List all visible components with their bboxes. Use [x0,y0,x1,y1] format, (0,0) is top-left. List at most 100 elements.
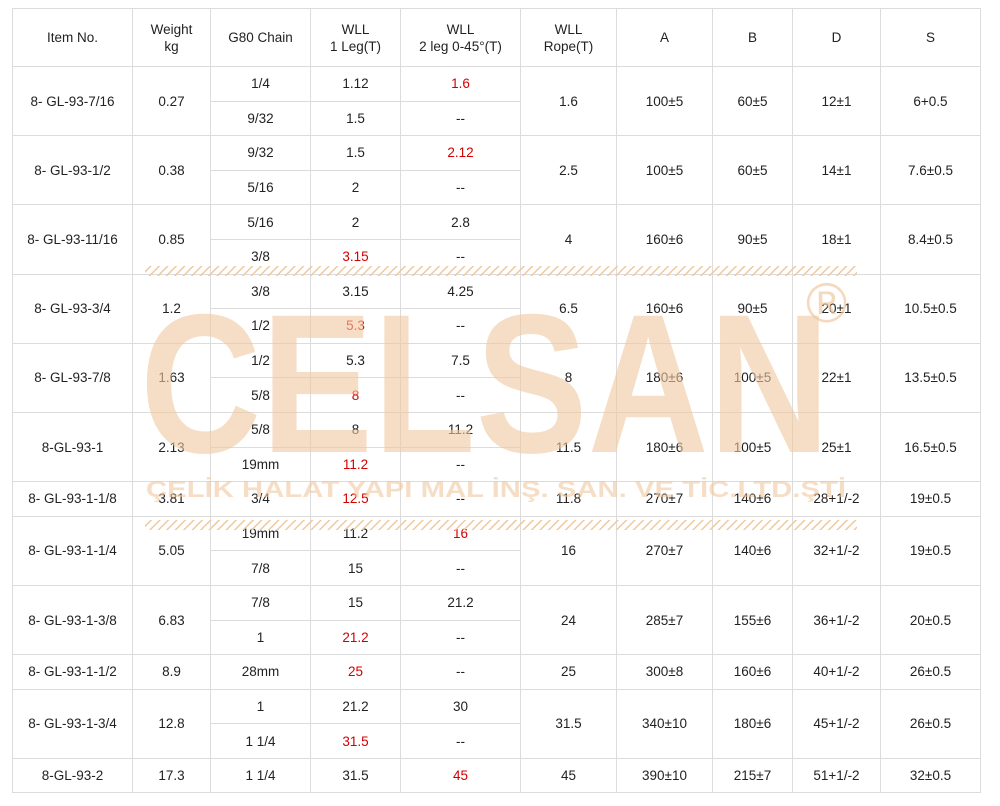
weight-cell: 3.81 [132,481,211,517]
table-row: 8-GL-93-2 17.3 1 1/4 31.5 45 45 390±10 215±7 51+… [12,757,981,794]
chain-cell: 3/4 [210,481,311,517]
chain-cell: 1/2 [210,308,311,344]
weight-cell: 0.38 [132,135,211,206]
dim-d-cell: 20±1 [792,273,881,344]
dim-a-cell: 180±6 [616,411,713,483]
dim-a-cell: 160±6 [616,204,713,275]
dim-a-cell: 270±7 [616,515,713,586]
wll-1leg-cell: 25 [310,654,401,690]
dim-a-cell: 270±7 [616,481,713,517]
item-no-cell: 8- GL-93-1-1/4 [12,515,133,586]
dim-b-cell: 60±5 [712,65,793,137]
wll-2leg-cell: 21.2 [400,584,521,621]
chain-cell: 5/8 [210,411,311,448]
weight-cell: 1.2 [132,273,211,344]
item-no-cell: 8-GL-93-2 [12,757,133,794]
wll-rope-cell: 16 [520,515,617,586]
item-no-cell: 8- GL-93-1-1/8 [12,481,133,517]
item-no-cell: 8- GL-93-1-3/4 [12,688,133,759]
wll-1leg-cell: 1.5 [310,100,401,137]
wll-2leg-cell: -- [400,169,521,206]
wll-rope-cell: 25 [520,654,617,690]
weight-cell: 12.8 [132,688,211,759]
column-header: Item No. [12,8,133,67]
item-no-cell: 8- GL-93-3/4 [12,273,133,344]
table-row: 8- GL-93-3/4 1.2 3/8 3.15 4.25 6.5 160±6 90±5 20… [12,273,981,344]
column-header: D [792,8,881,67]
chain-cell: 1/4 [210,66,311,102]
dim-b-cell: 160±6 [712,654,793,690]
weight-cell: 2.13 [132,411,211,483]
wll-2leg-cell: -- [400,550,521,586]
wll-2leg-cell: -- [400,308,521,344]
chain-cell: 5/16 [210,204,311,240]
dim-d-cell: 36+1/-2 [792,584,881,656]
wll-2leg-cell: 45 [400,757,521,794]
chain-cell: 5/16 [210,169,311,206]
wll-rope-cell: 45 [520,757,617,794]
wll-rope-cell: 1.6 [520,65,617,137]
table-row: 8- GL-93-1-3/4 12.8 1 21.2 30 31.5 340±10 180±6… [12,688,981,759]
dim-b-cell: 90±5 [712,273,793,344]
dim-d-cell: 32+1/-2 [792,515,881,586]
dim-s-cell: 13.5±0.5 [880,342,981,413]
item-no-cell: 8- GL-93-11/16 [12,204,133,275]
wll-1leg-cell: 31.5 [310,723,401,759]
wll-1leg-cell: 8 [310,411,401,448]
chain-cell: 1 1/4 [210,723,311,759]
wll-2leg-cell: 1.6 [400,66,521,102]
wll-1leg-cell: 15 [310,584,401,621]
column-header-line1: G80 Chain [228,30,293,45]
column-header-line1: WLL [446,21,475,37]
dim-s-cell: 19±0.5 [880,481,981,517]
dim-a-cell: 390±10 [616,757,713,794]
column-header-line1: S [925,30,935,45]
wll-1leg-cell: 1.12 [310,66,401,102]
wll-2leg-cell: -- [400,481,521,517]
dim-a-cell: 100±5 [616,135,713,206]
table-row: 8- GL-93-1-3/8 6.83 7/8 15 21.2 24 285±7 155±6 3… [12,584,981,656]
wll-rope-cell: 31.5 [520,688,617,759]
wll-1leg-cell: 15 [310,550,401,586]
dim-b-cell: 100±5 [712,411,793,483]
column-header: WLL 2 leg 0-45°(T) [400,8,521,67]
dim-s-cell: 6+0.5 [880,65,981,137]
chain-cell: 9/32 [210,135,311,171]
wll-2leg-cell: -- [400,654,521,690]
item-no-cell: 8-GL-93-1 [12,411,133,483]
dim-s-cell: 19±0.5 [880,515,981,586]
wll-1leg-cell: 11.2 [310,515,401,552]
chain-cell: 28mm [210,654,311,690]
column-header-line1: D [831,30,842,45]
dim-a-cell: 180±6 [616,342,713,413]
table-row: 8- GL-93-11/16 0.85 5/16 2 2.8 4 160±6 90±5 18±1… [12,204,981,275]
dim-a-cell: 160±6 [616,273,713,344]
column-header-line2: 2 leg 0-45°(T) [419,38,502,54]
dim-d-cell: 40+1/-2 [792,654,881,690]
dim-s-cell: 32±0.5 [880,757,981,794]
dim-s-cell: 7.6±0.5 [880,135,981,206]
wll-2leg-cell: 30 [400,688,521,725]
wll-1leg-cell: 3.15 [310,238,401,275]
wll-2leg-cell: -- [400,619,521,656]
dim-s-cell: 16.5±0.5 [880,411,981,483]
column-header: A [616,8,713,67]
weight-cell: 1.63 [132,342,211,413]
wll-rope-cell: 2.5 [520,135,617,206]
column-header-line1: Weight [150,21,193,37]
item-no-cell: 8- GL-93-7/16 [12,65,133,137]
spec-table: Item No. Weight kg G80 Chain WLL 1 Leg(T) WLL 2… [12,8,981,794]
weight-cell: 6.83 [132,584,211,656]
wll-rope-cell: 11.5 [520,411,617,483]
wll-rope-cell: 6.5 [520,273,617,344]
wll-2leg-cell: 4.25 [400,273,521,310]
weight-cell: 17.3 [132,757,211,794]
wll-rope-cell: 4 [520,204,617,275]
chain-cell: 5/8 [210,377,311,413]
dim-b-cell: 140±6 [712,481,793,517]
dim-d-cell: 25±1 [792,411,881,483]
chain-cell: 7/8 [210,550,311,586]
chain-cell: 7/8 [210,584,311,621]
wll-rope-cell: 8 [520,342,617,413]
column-header: B [712,8,793,67]
